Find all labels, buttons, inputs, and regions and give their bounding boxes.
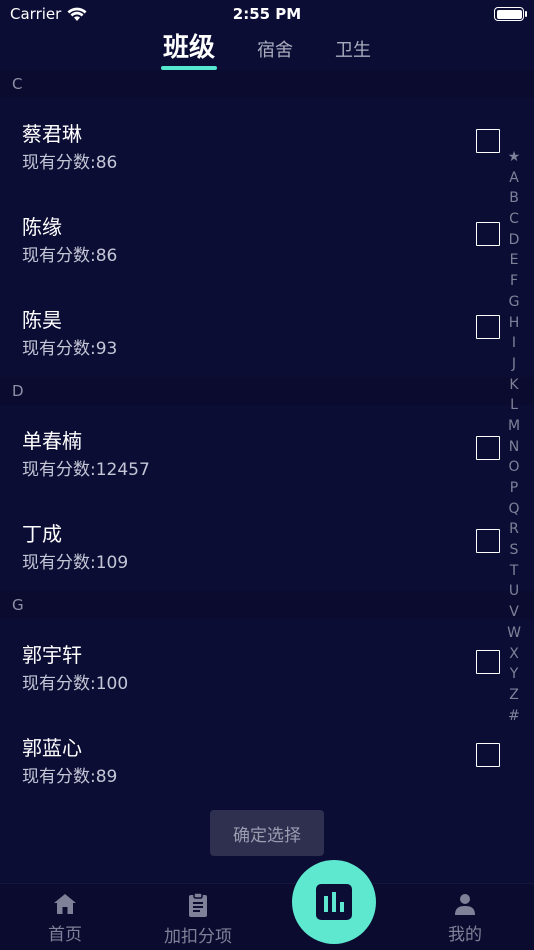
section-header-g: G	[0, 591, 534, 619]
select-checkbox[interactable]	[476, 315, 500, 339]
alphabet-index[interactable]: ★ A B C D E F G H I J K L M N O P Q R S T U V W X Y Z #	[506, 147, 522, 726]
index-letter[interactable]: L	[510, 395, 518, 416]
select-checkbox[interactable]	[476, 436, 500, 460]
nav-home-label: 首页	[48, 925, 82, 945]
student-row[interactable]: 郭蓝心 现有分数:89	[0, 712, 534, 805]
stats-center-button[interactable]	[292, 860, 376, 944]
top-tabs: 班级 宿舍 卫生	[0, 28, 534, 70]
select-checkbox[interactable]	[476, 650, 500, 674]
index-letter[interactable]: Y	[510, 664, 519, 685]
student-score: 现有分数:100	[22, 674, 129, 694]
section-header-d: D	[0, 377, 534, 405]
student-name: 陈缘	[22, 215, 62, 239]
index-letter[interactable]: E	[510, 250, 519, 271]
nav-me[interactable]: 我的	[448, 892, 482, 945]
student-score: 现有分数:89	[22, 767, 118, 787]
index-letter[interactable]: W	[507, 623, 521, 644]
student-score: 现有分数:86	[22, 246, 118, 266]
index-letter[interactable]: O	[508, 457, 519, 478]
bottom-nav: 首页 加扣分项 我的	[0, 883, 534, 950]
student-row[interactable]: 陈昊 现有分数:93	[0, 284, 534, 377]
student-name: 蔡君琳	[22, 122, 82, 146]
select-checkbox[interactable]	[476, 222, 500, 246]
index-letter[interactable]: K	[509, 375, 518, 396]
confirm-selection-button[interactable]: 确定选择	[210, 810, 324, 856]
index-letter[interactable]: P	[510, 478, 518, 499]
student-list[interactable]: C 蔡君琳 现有分数:86 陈缘 现有分数:86 陈昊 现有分数:93 D 单春…	[0, 70, 534, 805]
index-letter[interactable]: T	[510, 561, 519, 582]
index-letter[interactable]: F	[510, 271, 518, 292]
index-letter[interactable]: H	[509, 313, 520, 334]
tab-class[interactable]: 班级	[160, 27, 218, 70]
student-row[interactable]: 单春楠 现有分数:12457	[0, 405, 534, 498]
student-score: 现有分数:12457	[22, 460, 150, 480]
index-letter[interactable]: A	[509, 168, 519, 189]
student-name: 丁成	[22, 522, 62, 546]
clipboard-icon	[189, 892, 207, 917]
student-score: 现有分数:93	[22, 339, 118, 359]
student-name: 单春楠	[22, 429, 82, 453]
battery-icon	[494, 7, 527, 21]
index-letter[interactable]: U	[509, 581, 519, 602]
home-icon	[54, 894, 76, 914]
index-letter[interactable]: X	[509, 644, 519, 665]
select-checkbox[interactable]	[476, 529, 500, 553]
student-name: 郭宇轩	[22, 643, 82, 667]
section-header-c: C	[0, 70, 534, 98]
person-icon	[455, 894, 475, 915]
index-letter[interactable]: #	[508, 706, 520, 727]
index-letter[interactable]: V	[509, 602, 519, 623]
student-row[interactable]: 郭宇轩 现有分数:100	[0, 619, 534, 712]
student-score: 现有分数:86	[22, 153, 118, 173]
index-letter[interactable]: B	[509, 188, 519, 209]
index-letter[interactable]: R	[509, 519, 519, 540]
nav-home[interactable]: 首页	[48, 892, 82, 945]
student-name: 郭蓝心	[22, 736, 82, 760]
tab-dorm[interactable]: 宿舍	[257, 36, 293, 70]
index-letter[interactable]: J	[512, 354, 516, 375]
index-letter[interactable]: N	[509, 437, 519, 458]
student-row[interactable]: 丁成 现有分数:109	[0, 498, 534, 591]
clock: 2:55 PM	[232, 5, 302, 23]
student-row[interactable]: 蔡君琳 现有分数:86	[0, 98, 534, 191]
nav-add-deduct[interactable]: 加扣分项	[164, 892, 232, 947]
index-letter[interactable]: C	[509, 209, 519, 230]
index-letter[interactable]: M	[508, 416, 520, 437]
index-letter[interactable]: Z	[509, 685, 519, 706]
student-name: 陈昊	[22, 308, 62, 332]
nav-add-label: 加扣分项	[164, 927, 232, 947]
select-checkbox[interactable]	[476, 743, 500, 767]
student-row[interactable]: 陈缘 现有分数:86	[0, 191, 534, 284]
bar-chart-icon	[316, 884, 352, 920]
student-score: 现有分数:109	[22, 553, 129, 573]
index-letter[interactable]: Q	[508, 499, 519, 520]
status-bar: Carrier 2:55 PM	[0, 0, 534, 28]
index-letter[interactable]: S	[510, 540, 519, 561]
select-checkbox[interactable]	[476, 129, 500, 153]
index-letter[interactable]: I	[512, 333, 516, 354]
index-letter[interactable]: ★	[508, 147, 521, 168]
index-letter[interactable]: G	[509, 292, 520, 313]
nav-me-label: 我的	[448, 925, 482, 945]
index-letter[interactable]: D	[509, 230, 520, 251]
tab-hygiene[interactable]: 卫生	[335, 36, 371, 70]
